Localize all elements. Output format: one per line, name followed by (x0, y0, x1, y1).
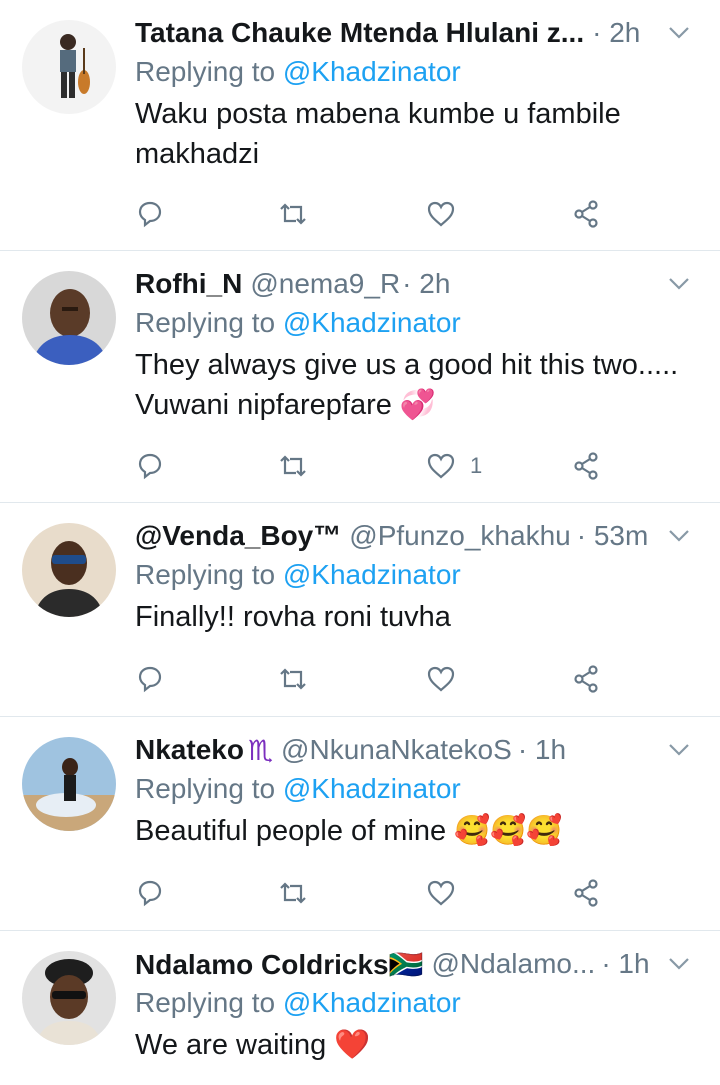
replying-to: Replying to @Khadzinator (135, 771, 692, 807)
reply-icon (138, 666, 162, 693)
action-bar (135, 662, 605, 696)
mention-link[interactable]: @Khadzinator (283, 559, 461, 590)
mention-link[interactable]: @Khadzinator (283, 987, 461, 1018)
action-bar: 1 (135, 449, 605, 483)
replying-to-label: Replying to (135, 56, 276, 87)
retweet-icon (280, 882, 306, 904)
retweet-button[interactable] (277, 449, 309, 483)
zodiac-badge: ♏ (247, 734, 274, 766)
like-button[interactable] (426, 197, 470, 231)
replying-to: Replying to @Khadzinator (135, 54, 692, 90)
tweet-text: They always give us a good hit this two.… (135, 349, 679, 421)
like-icon (427, 880, 455, 906)
avatar[interactable] (22, 523, 116, 617)
avatar[interactable] (22, 20, 116, 114)
mention-link[interactable]: @Khadzinator (283, 773, 461, 804)
share-icon (574, 200, 598, 228)
timestamp[interactable]: · 1h (518, 734, 566, 766)
replying-to-label: Replying to (135, 773, 276, 804)
like-icon (427, 201, 455, 227)
retweet-icon (280, 455, 306, 477)
like-count: 1 (470, 453, 483, 478)
display-name[interactable]: Tatana Chauke Mtenda Hlulani z... (135, 17, 584, 49)
display-name[interactable]: @Venda_Boy™ (135, 520, 341, 552)
replying-to-label: Replying to (135, 987, 276, 1018)
tweet[interactable]: Ndalamo Coldricks🇿🇦 @Ndalamo... · 1h Rep… (0, 931, 720, 1085)
display-name[interactable]: Rofhi_N (135, 268, 242, 300)
tweet[interactable]: Tatana Chauke Mtenda Hlulani z... · 2h R… (0, 0, 720, 251)
like-button[interactable]: 1 (426, 449, 482, 483)
mention-link[interactable]: @Khadzinator (283, 56, 461, 87)
tweet-text: We are waiting ❤️ (135, 1029, 371, 1061)
display-name[interactable]: Nkateko (135, 734, 244, 766)
mention-link[interactable]: @Khadzinator (283, 307, 461, 338)
chevron-down-icon[interactable] (668, 529, 690, 543)
avatar[interactable] (22, 271, 116, 365)
reply-icon (138, 453, 162, 480)
retweet-button[interactable] (277, 876, 309, 910)
reply-icon (138, 880, 162, 907)
avatar[interactable] (22, 951, 116, 1045)
handle[interactable]: @Pfunzo_khakhu (349, 520, 570, 552)
reply-button[interactable] (135, 662, 165, 696)
timestamp[interactable]: · 2h (402, 268, 450, 300)
tweet[interactable]: Rofhi_N @nema9_R · 2h Replying to @Khadz… (0, 251, 720, 503)
tweet-text: Finally!! rovha roni tuvha (135, 601, 451, 633)
timestamp[interactable]: · 53m (577, 520, 649, 552)
reply-icon (138, 201, 162, 228)
share-icon (574, 452, 598, 480)
replying-to: Replying to @Khadzinator (135, 305, 692, 341)
replying-to-label: Replying to (135, 559, 276, 590)
replying-to: Replying to @Khadzinator (135, 985, 692, 1021)
chevron-down-icon[interactable] (668, 743, 690, 757)
retweet-button[interactable] (277, 197, 309, 231)
handle[interactable]: @Ndalamo... (432, 948, 596, 980)
tweet[interactable]: @Venda_Boy™ @Pfunzo_khakhu · 53m Replyin… (0, 503, 720, 717)
reply-button[interactable] (135, 197, 165, 231)
chevron-down-icon[interactable] (668, 277, 690, 291)
like-button[interactable] (426, 876, 470, 910)
replying-to-label: Replying to (135, 307, 276, 338)
reply-button[interactable] (135, 449, 165, 483)
tweet-text: Beautiful people of mine 🥰🥰🥰 (135, 815, 563, 847)
handle[interactable]: @NkunaNkatekoS (281, 734, 512, 766)
action-bar (135, 197, 605, 231)
like-icon (427, 453, 455, 479)
retweet-icon (280, 668, 306, 690)
share-button[interactable] (571, 662, 601, 696)
replying-to: Replying to @Khadzinator (135, 557, 692, 593)
share-icon (574, 665, 598, 693)
chevron-down-icon[interactable] (668, 957, 690, 971)
share-button[interactable] (571, 449, 601, 483)
avatar[interactable] (22, 737, 116, 831)
reply-button[interactable] (135, 876, 165, 910)
share-button[interactable] (571, 876, 601, 910)
retweet-button[interactable] (277, 662, 309, 696)
tweet-text: Waku posta mabena kumbe u fambile makhad… (135, 98, 621, 170)
action-bar (135, 876, 605, 910)
tweet[interactable]: Nkateko ♏ @NkunaNkatekoS · 1h Replying t… (0, 717, 720, 931)
like-icon (427, 666, 455, 692)
chevron-down-icon[interactable] (668, 26, 690, 40)
share-icon (574, 879, 598, 907)
share-button[interactable] (571, 197, 601, 231)
display-name[interactable]: Ndalamo Coldricks🇿🇦 (135, 948, 424, 981)
timestamp[interactable]: · 1h (601, 948, 649, 980)
handle[interactable]: @nema9_R (250, 268, 400, 300)
retweet-icon (280, 203, 306, 225)
timestamp[interactable]: · 2h (592, 17, 640, 49)
like-button[interactable] (426, 662, 470, 696)
